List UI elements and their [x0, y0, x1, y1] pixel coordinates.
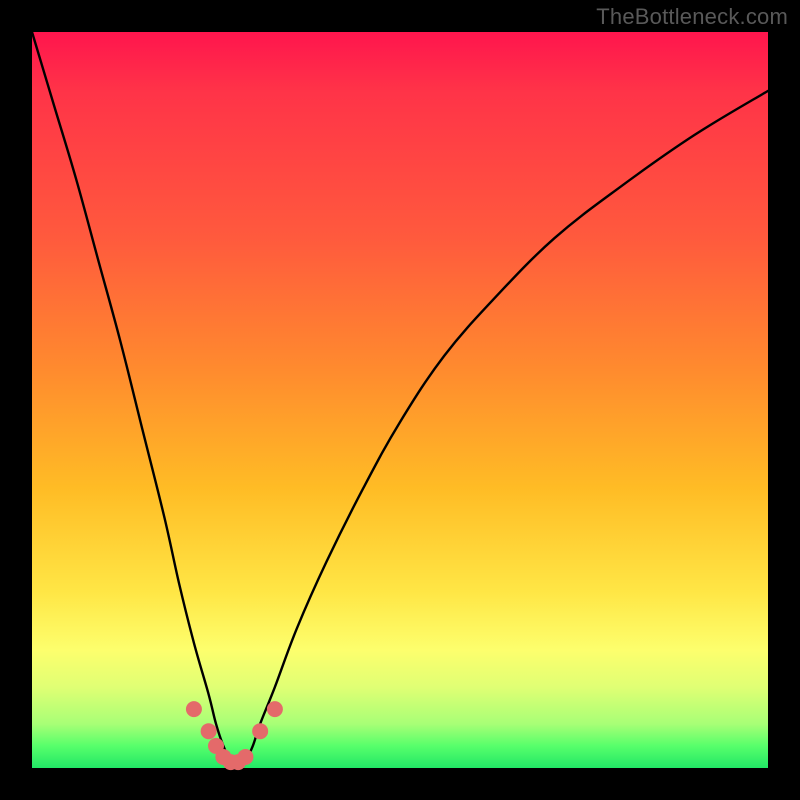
bottleneck-curve-svg — [32, 32, 768, 768]
curve-markers — [186, 701, 283, 770]
plot-area — [32, 32, 768, 768]
curve-marker — [237, 749, 253, 765]
curve-marker — [186, 701, 202, 717]
curve-marker — [201, 723, 217, 739]
curve-marker — [252, 723, 268, 739]
curve-marker — [267, 701, 283, 717]
bottleneck-curve-path — [32, 32, 768, 768]
chart-frame: TheBottleneck.com — [0, 0, 800, 800]
watermark-text: TheBottleneck.com — [596, 4, 788, 30]
